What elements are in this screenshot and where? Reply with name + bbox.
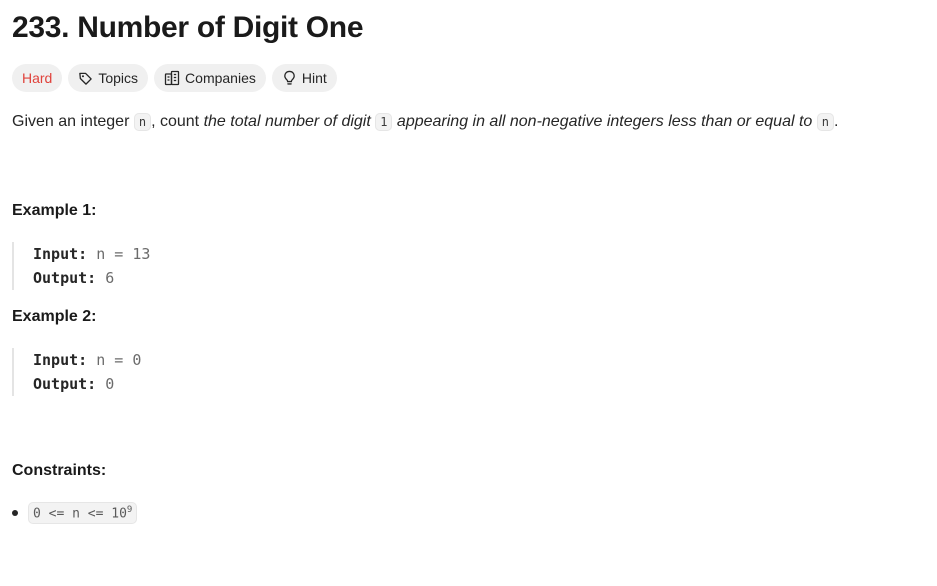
topics-label: Topics xyxy=(98,70,139,86)
tag-icon xyxy=(78,71,93,86)
lightbulb-icon xyxy=(282,70,297,86)
hint-label: Hint xyxy=(301,70,327,86)
companies-button[interactable]: Companies xyxy=(154,64,266,92)
example-2-block: Input: n = 0 Output: 0 xyxy=(12,348,937,396)
inline-code-n: n xyxy=(133,113,152,131)
input-label: Input: xyxy=(33,245,88,263)
difficulty-label: Hard xyxy=(22,70,53,86)
input-value: n = 13 xyxy=(96,245,151,263)
example-1-block: Input: n = 13 Output: 6 xyxy=(12,242,937,290)
input-label: Input: xyxy=(33,351,88,369)
input-value: n = 0 xyxy=(96,351,142,369)
problem-number: 233. xyxy=(12,11,70,44)
statement-text: . xyxy=(833,113,839,130)
constraints-list: 0 <= n <= 109 xyxy=(12,502,937,525)
example-2-title: Example 2: xyxy=(12,308,97,325)
constraint-exponent: 9 xyxy=(126,505,133,515)
bullet-icon xyxy=(12,510,18,517)
example-2-output: Output: 0 xyxy=(33,372,937,396)
output-label: Output: xyxy=(33,269,97,287)
output-value: 6 xyxy=(105,269,115,287)
problem-name: Number of Digit One xyxy=(77,11,364,44)
problem-description-panel: 233. Number of Digit One Hard Topics Com… xyxy=(0,0,937,586)
example-1-output: Output: 6 xyxy=(33,266,937,290)
statement-text: Given an integer xyxy=(12,113,134,130)
inline-code-digit: 1 xyxy=(375,113,393,131)
example-1-title: Example 1: xyxy=(12,202,97,219)
problem-title: 233. Number of Digit One xyxy=(12,10,937,46)
statement-text: , count xyxy=(151,113,204,130)
building-icon xyxy=(164,70,180,86)
constraint-base: 0 <= n <= 10 xyxy=(33,506,127,522)
problem-tags: Hard Topics Companies Hint xyxy=(12,64,937,92)
example-2-input: Input: n = 0 xyxy=(33,348,937,372)
output-value: 0 xyxy=(105,375,115,393)
constraints-title: Constraints: xyxy=(12,462,107,479)
output-label: Output: xyxy=(33,375,97,393)
statement-emphasis: appearing in all non-negative integers l… xyxy=(392,113,817,130)
list-item: 0 <= n <= 109 xyxy=(12,502,937,525)
hint-button[interactable]: Hint xyxy=(271,64,337,92)
problem-statement: Given an integer n, count the total numb… xyxy=(12,110,937,134)
companies-label: Companies xyxy=(185,70,256,86)
topics-button[interactable]: Topics xyxy=(68,64,149,92)
statement-emphasis: the total number of digit xyxy=(203,113,376,130)
inline-code-n: n xyxy=(816,113,834,131)
constraint-code: 0 <= n <= 109 xyxy=(28,502,138,525)
difficulty-badge: Hard xyxy=(12,64,63,92)
example-1-input: Input: n = 13 xyxy=(33,242,937,266)
